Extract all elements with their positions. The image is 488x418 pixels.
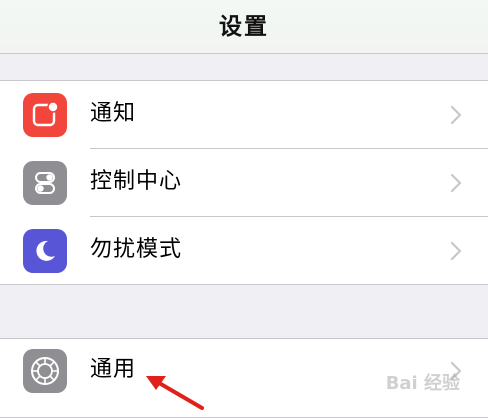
annotation-arrow-icon bbox=[146, 376, 204, 410]
chevron-right-icon bbox=[450, 241, 462, 261]
settings-row-label: 通用 bbox=[90, 357, 137, 382]
control-center-icon bbox=[23, 161, 67, 205]
gear-icon bbox=[23, 349, 67, 393]
settings-row-do-not-disturb[interactable]: 勿扰模式 bbox=[0, 217, 488, 285]
notification-icon bbox=[23, 93, 67, 137]
chevron-right-icon bbox=[450, 105, 462, 125]
navigation-bar: 设置 bbox=[0, 0, 488, 54]
do-not-disturb-moon-icon bbox=[23, 229, 67, 273]
settings-row-control-center[interactable]: 控制中心 bbox=[0, 149, 488, 217]
watermark-logo: Bai 经验 bbox=[386, 369, 460, 395]
settings-row-label: 勿扰模式 bbox=[90, 237, 183, 262]
page-title: 设置 bbox=[219, 13, 269, 40]
settings-row-label: 控制中心 bbox=[90, 169, 183, 194]
settings-row-notifications[interactable]: 通知 bbox=[0, 81, 488, 149]
settings-row-label: 通知 bbox=[90, 101, 137, 126]
chevron-right-icon bbox=[450, 173, 462, 193]
settings-group-1: 通知 控制中心 勿扰模式 bbox=[0, 80, 488, 285]
watermark-text: Bai 经验 bbox=[385, 373, 460, 394]
